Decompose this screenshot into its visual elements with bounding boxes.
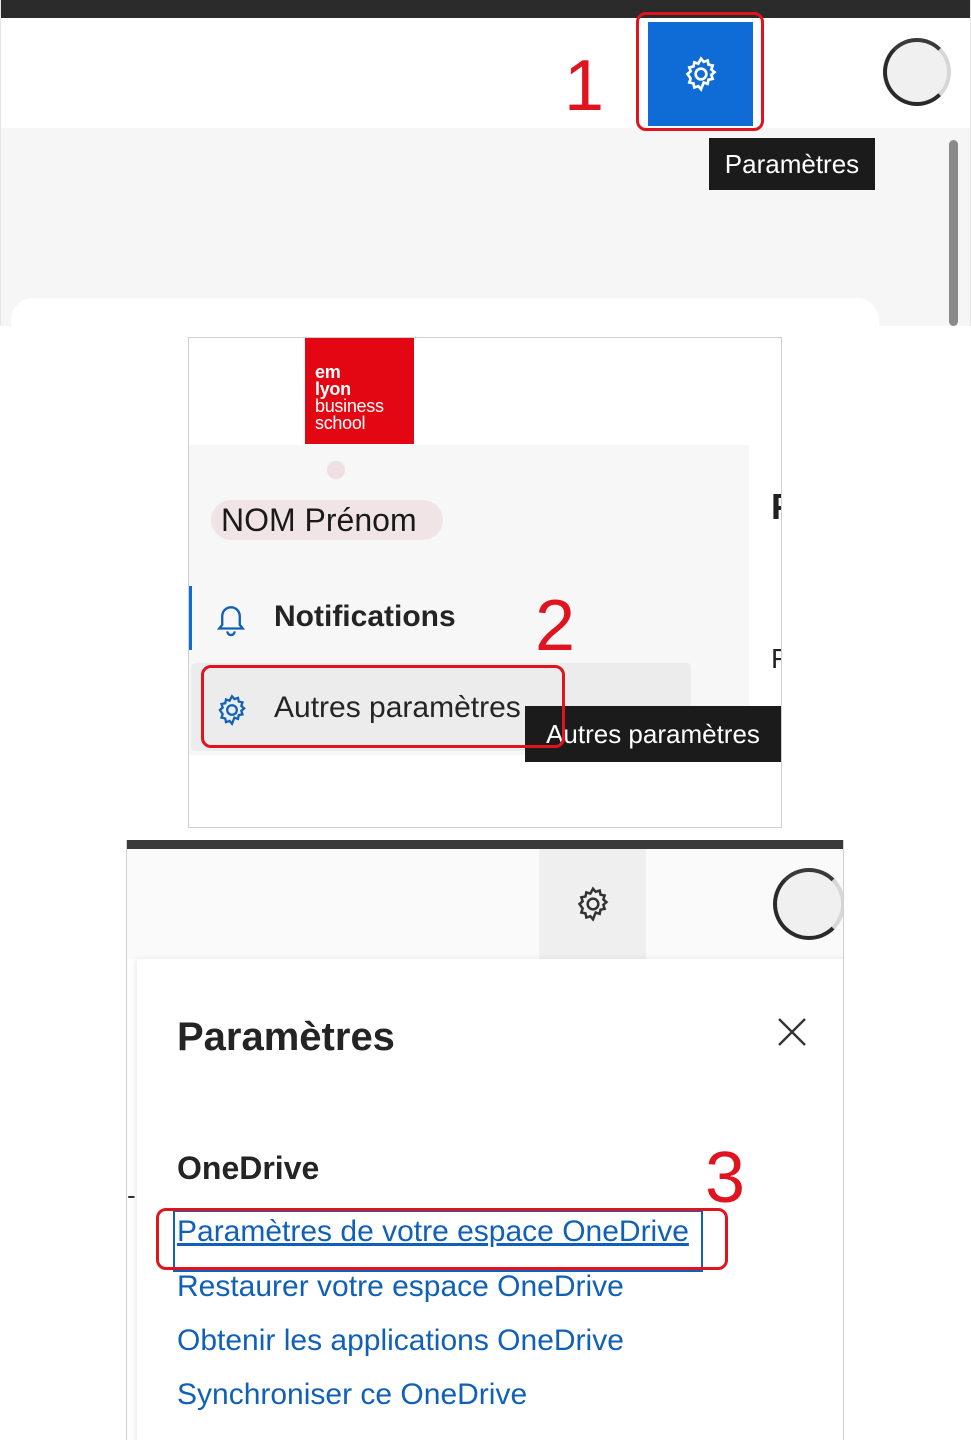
step-number-2: 2 [535, 586, 576, 666]
content-card [11, 298, 879, 326]
scrollbar[interactable] [949, 140, 958, 326]
clipped-heading-fragment: F [771, 486, 781, 528]
avatar[interactable] [773, 868, 843, 940]
highlight-box-step-3 [156, 1208, 728, 1270]
school-logo: em lyon business school [305, 338, 414, 444]
screenshot-step-2: F F em lyon business school NOM Prénom N… [188, 337, 782, 828]
avatar[interactable] [883, 38, 951, 106]
user-name: NOM Prénom [211, 500, 443, 540]
top-bar [1, 0, 970, 18]
avatar-dot [327, 461, 345, 479]
top-bar [127, 840, 843, 849]
gear-icon [577, 886, 608, 922]
settings-tooltip: Paramètres [709, 138, 875, 190]
selected-indicator [189, 586, 192, 650]
close-icon [778, 1018, 806, 1046]
onedrive-section-title: OneDrive [177, 1150, 320, 1186]
notifications-label: Notifications [274, 600, 456, 633]
logo-line-4: school [315, 413, 366, 433]
step-number-3: 3 [705, 1138, 746, 1218]
get-onedrive-apps-link[interactable]: Obtenir les applications OneDrive [177, 1324, 624, 1358]
clipped-edge-fragment: - [127, 1180, 136, 1210]
header-bar [127, 849, 843, 959]
step-number-1: 1 [564, 46, 605, 126]
sync-onedrive-link[interactable]: Synchroniser ce OneDrive [177, 1378, 527, 1412]
highlight-box-step-2 [201, 665, 565, 748]
screenshot-step-1: Paramètres [0, 0, 971, 326]
settings-button[interactable] [539, 849, 646, 959]
bell-icon [213, 600, 249, 643]
settings-panel-title: Paramètres [177, 1015, 395, 1059]
highlight-box-step-1 [636, 12, 764, 131]
clipped-text-fragment: F [771, 643, 781, 675]
header-bar [1, 18, 970, 128]
restore-onedrive-link[interactable]: Restaurer votre espace OneDrive [177, 1270, 624, 1304]
close-button[interactable] [775, 1015, 809, 1049]
